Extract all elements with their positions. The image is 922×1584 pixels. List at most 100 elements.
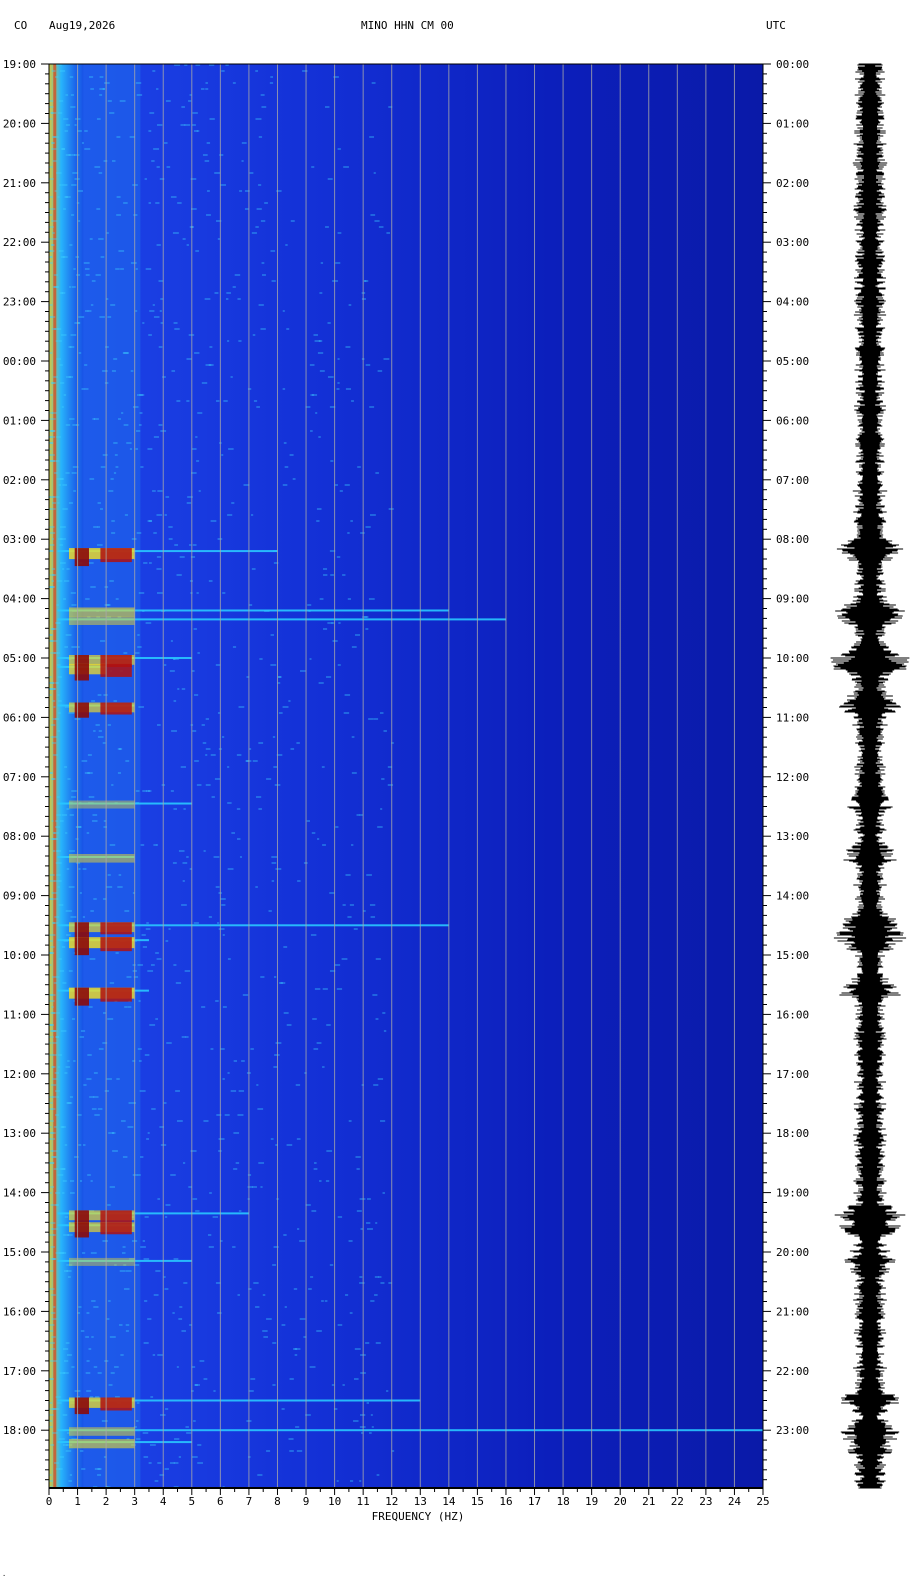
- noise-speckle: [153, 436, 159, 438]
- noise-speckle: [255, 886, 258, 888]
- noise-speckle: [84, 388, 89, 390]
- noise-speckle: [241, 1060, 245, 1062]
- noise-speckle: [69, 418, 75, 420]
- noise-speckle: [327, 622, 333, 624]
- noise-speckle: [52, 700, 56, 702]
- noise-speckle: [103, 160, 108, 162]
- noise-speckle: [360, 1228, 364, 1230]
- noise-speckle: [71, 604, 77, 606]
- right-time-label: 22:00: [776, 1365, 809, 1378]
- noise-speckle: [175, 1090, 180, 1092]
- noise-speckle: [109, 1186, 115, 1188]
- noise-speckle: [56, 874, 61, 876]
- noise-speckle: [383, 358, 390, 360]
- noise-speckle: [64, 646, 69, 648]
- noise-speckle: [334, 964, 341, 966]
- noise-speckle: [319, 598, 324, 600]
- noise-speckle: [369, 406, 375, 408]
- noise-speckle: [258, 742, 264, 744]
- noise-speckle: [113, 700, 117, 702]
- noise-speckle: [79, 892, 82, 894]
- noise-speckle: [269, 82, 274, 84]
- noise-speckle: [111, 370, 116, 372]
- noise-speckle: [315, 412, 318, 414]
- noise-speckle: [256, 406, 260, 408]
- left-time-label: 15:00: [3, 1246, 36, 1259]
- noise-speckle: [351, 736, 355, 738]
- x-tick-label: 22: [671, 1495, 684, 1508]
- noise-speckle: [157, 1462, 162, 1464]
- noise-speckle: [64, 1216, 69, 1218]
- noise-speckle: [325, 226, 329, 228]
- noise-speckle: [49, 118, 53, 120]
- noise-speckle: [57, 1066, 61, 1068]
- noise-speckle: [78, 220, 81, 222]
- noise-speckle: [58, 478, 63, 480]
- noise-speckle: [264, 202, 268, 204]
- event-peak: [100, 1222, 132, 1235]
- noise-speckle: [121, 412, 124, 414]
- noise-speckle: [68, 886, 75, 888]
- noise-speckle: [347, 916, 352, 918]
- noise-speckle: [66, 868, 70, 870]
- noise-speckle: [95, 724, 100, 726]
- noise-speckle: [227, 802, 232, 804]
- noise-speckle: [56, 682, 59, 684]
- noise-speckle: [56, 172, 62, 174]
- noise-speckle: [355, 1156, 361, 1158]
- noise-speckle: [221, 736, 225, 738]
- noise-speckle: [53, 1306, 56, 1308]
- noise-speckle: [370, 1414, 373, 1416]
- noise-speckle: [244, 208, 249, 210]
- noise-speckle: [191, 124, 196, 126]
- noise-speckle: [69, 1096, 73, 1098]
- noise-speckle: [66, 568, 70, 570]
- noise-speckle: [149, 112, 155, 114]
- noise-speckle: [69, 76, 74, 78]
- noise-speckle: [189, 1324, 192, 1326]
- noise-speckle: [89, 478, 95, 480]
- noise-speckle: [149, 1024, 156, 1026]
- noise-speckle: [336, 1480, 339, 1482]
- noise-speckle: [156, 124, 163, 126]
- noise-speckle: [347, 598, 351, 600]
- noise-speckle: [295, 1426, 300, 1428]
- noise-speckle: [370, 916, 376, 918]
- noise-speckle: [138, 1000, 141, 1002]
- noise-speckle: [85, 598, 90, 600]
- noise-speckle: [107, 874, 111, 876]
- noise-speckle: [49, 1330, 54, 1332]
- left-time-label: 11:00: [3, 1008, 36, 1021]
- noise-speckle: [52, 502, 57, 504]
- noise-speckle: [57, 1402, 62, 1404]
- noise-speckle: [135, 310, 138, 312]
- noise-speckle: [51, 568, 56, 570]
- noise-speckle: [272, 736, 276, 738]
- noise-speckle: [218, 1138, 225, 1140]
- right-time-label: 19:00: [776, 1187, 809, 1200]
- noise-speckle: [326, 1150, 333, 1152]
- noise-speckle: [152, 490, 156, 492]
- noise-speckle: [145, 928, 151, 930]
- noise-speckle: [162, 376, 166, 378]
- noise-speckle: [193, 922, 199, 924]
- noise-speckle: [262, 1330, 268, 1332]
- noise-speckle: [107, 100, 112, 102]
- noise-speckle: [68, 1480, 72, 1482]
- noise-speckle: [100, 466, 106, 468]
- noise-speckle: [121, 1120, 126, 1122]
- noise-speckle: [116, 214, 121, 216]
- noise-speckle: [143, 562, 148, 564]
- noise-speckle: [193, 1420, 196, 1422]
- noise-speckle: [215, 664, 221, 666]
- noise-speckle: [70, 916, 77, 918]
- noise-speckle: [119, 1270, 126, 1272]
- noise-speckle: [197, 412, 203, 414]
- noise-speckle: [145, 622, 152, 624]
- noise-speckle: [209, 118, 215, 120]
- noise-speckle: [195, 436, 198, 438]
- noise-speckle: [140, 1156, 144, 1158]
- left-time-label: 23:00: [3, 296, 36, 309]
- noise-speckle: [125, 760, 130, 762]
- noise-speckle: [157, 1354, 163, 1356]
